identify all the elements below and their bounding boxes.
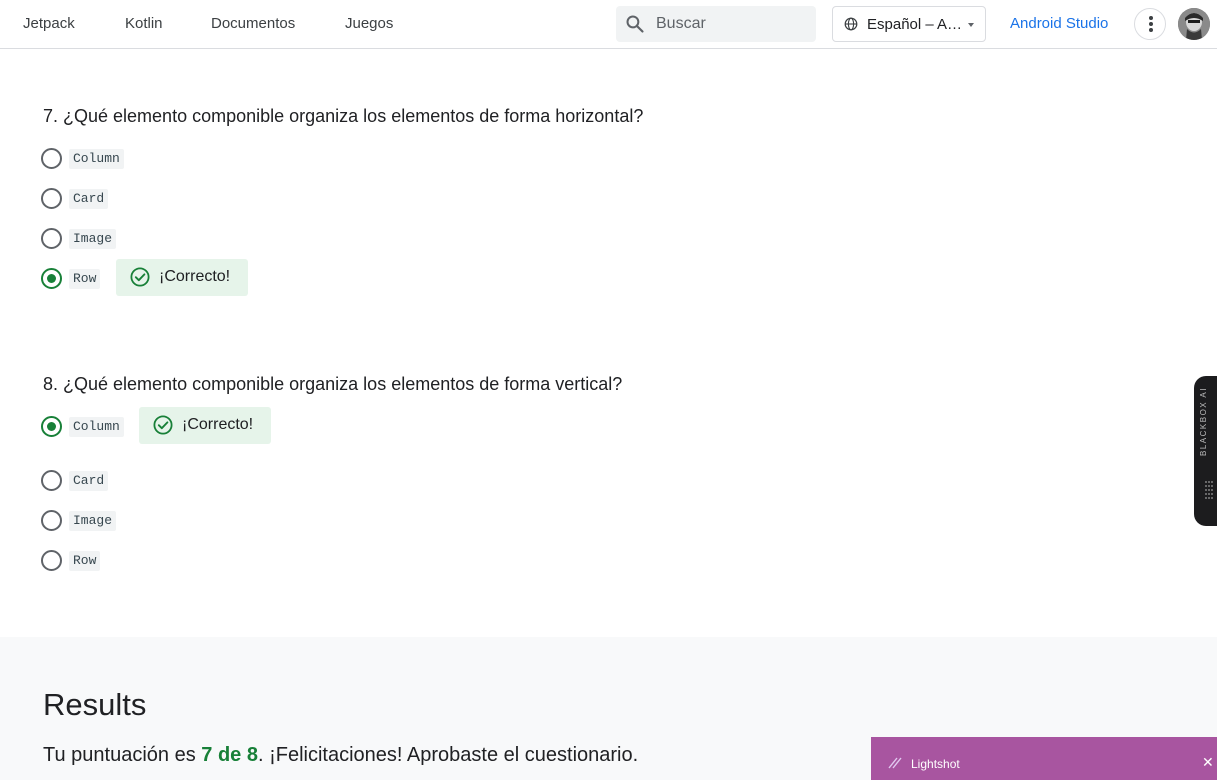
option-label: Image xyxy=(69,511,117,531)
avatar[interactable] xyxy=(1178,8,1210,40)
blackbox-label: BLACKBOX AI xyxy=(1199,387,1208,456)
radio-button[interactable] xyxy=(41,470,62,491)
option-label: Column xyxy=(69,149,124,169)
results-summary: Tu puntuación es 7 de 8. ¡Felicitaciones… xyxy=(43,744,638,767)
results-suffix: . ¡Felicitaciones! Aprobaste el cuestion… xyxy=(257,744,639,766)
option-label: Card xyxy=(69,189,109,209)
radio-button-selected[interactable] xyxy=(41,416,62,437)
nav-link-jetpack[interactable]: Jetpack xyxy=(23,15,75,32)
question-8-title: 8. ¿Qué elemento componible organiza los… xyxy=(43,374,623,394)
top-nav: Jetpack Kotlin Documentos Juegos Español… xyxy=(0,0,1217,49)
feedback-text: ¡Correcto! xyxy=(182,416,254,433)
radio-button[interactable] xyxy=(41,148,62,169)
android-studio-link[interactable]: Android Studio xyxy=(1010,15,1108,32)
more-options-button[interactable] xyxy=(1134,8,1166,40)
nav-link-juegos[interactable]: Juegos xyxy=(345,15,393,32)
results-title: Results xyxy=(43,687,147,722)
option-label: Image xyxy=(69,229,117,249)
blackbox-logo-icon xyxy=(1205,481,1213,499)
search-icon xyxy=(626,15,644,33)
search-input[interactable] xyxy=(656,6,806,42)
nav-link-documentos[interactable]: Documentos xyxy=(211,15,295,32)
option-label: Column xyxy=(69,417,124,437)
nav-link-kotlin[interactable]: Kotlin xyxy=(125,15,163,32)
q7-correct-feedback: ¡Correcto! xyxy=(116,259,248,296)
score-value: 7 de 8 xyxy=(201,744,258,766)
caret-down-icon xyxy=(968,23,974,27)
language-label: Español – A… xyxy=(867,16,963,33)
radio-button[interactable] xyxy=(41,510,62,531)
lightshot-notification: Lightshot ✕ xyxy=(871,737,1217,780)
radio-button[interactable] xyxy=(41,188,62,209)
feedback-text: ¡Correcto! xyxy=(159,268,231,285)
check-circle-icon xyxy=(130,267,150,287)
radio-button[interactable] xyxy=(41,228,62,249)
globe-icon xyxy=(844,17,858,31)
check-circle-icon xyxy=(153,415,173,435)
close-icon[interactable]: ✕ xyxy=(1202,754,1214,771)
results-prefix: Tu puntuación es xyxy=(43,744,202,766)
language-selector[interactable]: Español – A… xyxy=(832,6,986,42)
radio-button[interactable] xyxy=(41,550,62,571)
lightshot-label: Lightshot xyxy=(911,757,960,771)
radio-button-selected[interactable] xyxy=(41,268,62,289)
q8-correct-feedback: ¡Correcto! xyxy=(139,407,271,444)
search-box[interactable] xyxy=(616,6,816,42)
question-7-title: 7. ¿Qué elemento componible organiza los… xyxy=(43,106,644,126)
lightshot-feather-icon xyxy=(888,757,902,769)
option-label: Row xyxy=(69,269,101,289)
avatar-photo xyxy=(1178,8,1210,40)
option-label: Row xyxy=(69,551,101,571)
blackbox-ai-tab[interactable]: BLACKBOX AI xyxy=(1194,376,1217,526)
more-vert-icon xyxy=(1149,16,1153,20)
option-label: Card xyxy=(69,471,109,491)
